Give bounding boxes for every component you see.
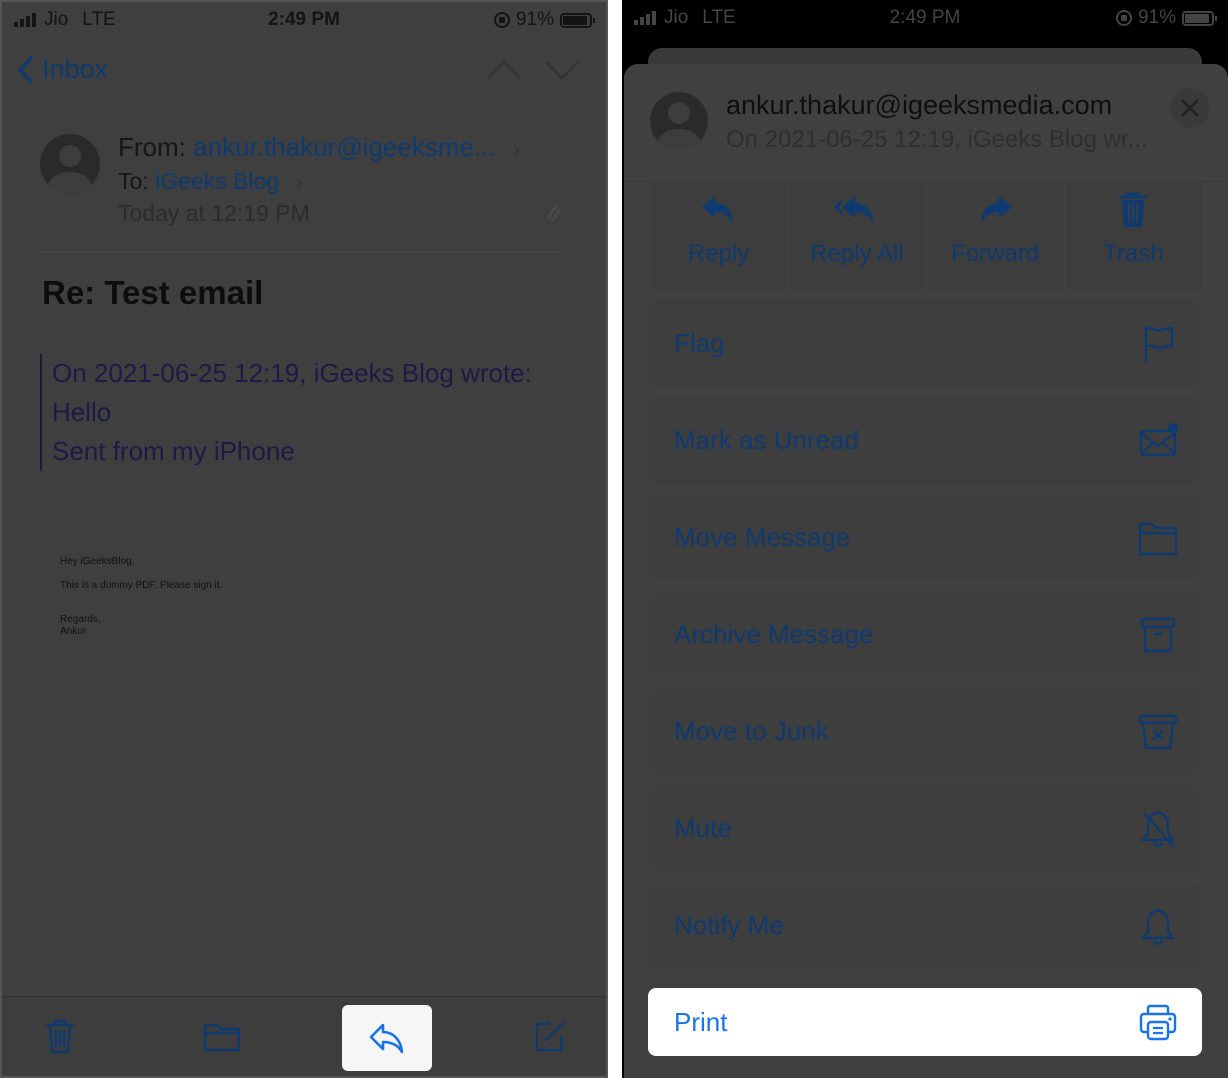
chevron-left-icon — [17, 55, 33, 84]
trash-icon — [46, 1019, 74, 1054]
pdf-body: This is a dummy PDF. Please sign it. — [60, 580, 223, 591]
print-action[interactable]: Print — [648, 988, 1202, 1056]
junk-box-icon — [1138, 714, 1178, 749]
chevron-up-icon[interactable] — [486, 56, 522, 84]
quick-actions: Reply Reply All Forward Trash — [650, 182, 1202, 290]
from-address[interactable]: ankur.thakur@igeeksme... — [193, 132, 495, 162]
mute-action[interactable]: Mute — [648, 785, 1202, 872]
action-label: Flag — [674, 328, 725, 358]
folder-icon — [203, 1023, 241, 1052]
forward-icon — [981, 196, 1013, 224]
notify-me-action[interactable]: Notify Me — [648, 882, 1202, 969]
message-preview: On 2021-06-25 12:19, iGeeks Blog wr... — [726, 126, 1148, 153]
compose-icon — [535, 1020, 566, 1052]
to-line[interactable]: To: iGeeks Blog › — [118, 168, 303, 195]
quick-action-label: Reply All — [810, 240, 904, 267]
action-label: Move to Junk — [674, 716, 829, 746]
pdf-greeting: Hey iGeeksBlog, — [60, 556, 135, 567]
to-label: To: — [118, 168, 149, 194]
folder-icon — [1138, 522, 1178, 555]
quick-action-label: Forward — [951, 240, 1040, 267]
action-label: Archive Message — [674, 619, 874, 649]
reply-button[interactable] — [342, 1005, 432, 1071]
quick-action-label: Reply — [687, 240, 750, 267]
battery-percent: 91% — [1137, 7, 1176, 28]
status-bar: Jio LTE 2:49 PM 91% — [2, 2, 606, 38]
carrier-label: Jio — [44, 9, 69, 30]
network-label: LTE — [702, 7, 736, 28]
quote-line: On 2021-06-25 12:19, iGeeks Blog wrote: — [52, 358, 532, 388]
flag-action[interactable]: Flag — [648, 300, 1202, 387]
chevron-right-icon: › — [295, 169, 303, 194]
chevron-right-icon: › — [512, 136, 521, 161]
to-recipient[interactable]: iGeeks Blog — [155, 168, 279, 194]
message-header: From: ankur.thakur@igeeksme... › To: iGe… — [40, 130, 566, 252]
move-to-junk-action[interactable]: Move to Junk — [648, 688, 1202, 775]
action-label: Notify Me — [674, 910, 784, 940]
sheet-header: ankur.thakur@igeeksmedia.com On 2021-06-… — [624, 64, 1228, 182]
battery-level — [563, 15, 587, 25]
bell-icon — [1140, 908, 1176, 945]
message-subject: Re: Test email — [42, 274, 264, 311]
printer-icon — [1139, 1004, 1177, 1041]
navigation-bar: Inbox — [2, 46, 606, 96]
action-label: Mark as Unread — [674, 425, 859, 455]
back-to-inbox-button[interactable]: Inbox — [16, 54, 108, 85]
reply-icon — [369, 1023, 404, 1054]
message-date: Today at 12:19 PM — [118, 200, 310, 226]
battery-percent: 91% — [515, 9, 554, 30]
signal-icon — [14, 13, 36, 27]
avatar — [650, 92, 708, 150]
battery-icon — [560, 12, 595, 28]
attachment-icon — [547, 204, 561, 222]
orientation-lock-icon — [493, 12, 510, 28]
status-bar: Jio LTE 2:49 PM 91% — [622, 0, 1228, 36]
pdf-closing: Regards, — [60, 614, 101, 625]
reply-action[interactable]: Reply — [650, 182, 789, 290]
reply-all-action[interactable]: Reply All — [788, 182, 927, 290]
bottom-toolbar — [2, 996, 606, 1076]
quote-line: Sent from my iPhone — [52, 436, 295, 466]
action-list: Flag Mark as Unread Move Message Archive… — [648, 300, 1202, 979]
signal-icon — [634, 11, 656, 25]
close-icon — [1181, 99, 1199, 117]
archive-message-action[interactable]: Archive Message — [648, 591, 1202, 678]
sender-email: ankur.thakur@igeeksmedia.com — [726, 90, 1113, 120]
close-button[interactable] — [1170, 88, 1210, 128]
trash-action[interactable]: Trash — [1064, 182, 1202, 290]
pdf-signature: Ankur — [60, 626, 87, 637]
action-label: Move Message — [674, 522, 851, 552]
avatar — [40, 134, 100, 194]
print-label: Print — [674, 1006, 728, 1037]
chevron-down-icon[interactable] — [544, 56, 580, 84]
unread-envelope-icon — [1139, 422, 1178, 456]
mark-as-unread-action[interactable]: Mark as Unread — [648, 397, 1202, 484]
quote-line: Hello — [52, 397, 112, 427]
bell-slash-icon — [1140, 811, 1176, 848]
quick-action-label: Trash — [1103, 240, 1164, 267]
email-view-screen: Jio LTE 2:49 PM 91% Inbox From: ankur.th… — [0, 0, 608, 1078]
carrier-label: Jio — [664, 7, 689, 28]
compose-button[interactable] — [528, 1013, 572, 1059]
quoted-text: On 2021-06-25 12:19, iGeeks Blog wrote: … — [40, 354, 532, 471]
move-message-action[interactable]: Move Message — [648, 494, 1202, 581]
from-label: From: — [118, 132, 186, 162]
battery-icon — [1182, 10, 1217, 26]
reply-icon — [701, 196, 733, 224]
from-line[interactable]: From: ankur.thakur@igeeksme... › — [118, 132, 520, 163]
archive-box-icon — [1140, 617, 1176, 652]
pdf-attachment-preview[interactable]: Hey iGeeksBlog, This is a dummy PDF. Ple… — [60, 556, 222, 638]
move-folder-button[interactable] — [200, 1013, 244, 1059]
action-sheet-screen: Jio LTE 2:49 PM 91% ankur.thakur@igeeksm… — [622, 0, 1228, 1078]
network-label: LTE — [82, 9, 116, 30]
flag-icon — [1144, 325, 1174, 362]
trash-button[interactable] — [38, 1013, 82, 1059]
battery-level — [1185, 13, 1209, 23]
trash-icon — [1119, 192, 1148, 227]
reply-all-icon — [833, 196, 873, 224]
back-label: Inbox — [42, 54, 109, 84]
action-label: Mute — [674, 813, 732, 843]
orientation-lock-icon — [1115, 10, 1132, 26]
forward-action[interactable]: Forward — [926, 182, 1065, 290]
